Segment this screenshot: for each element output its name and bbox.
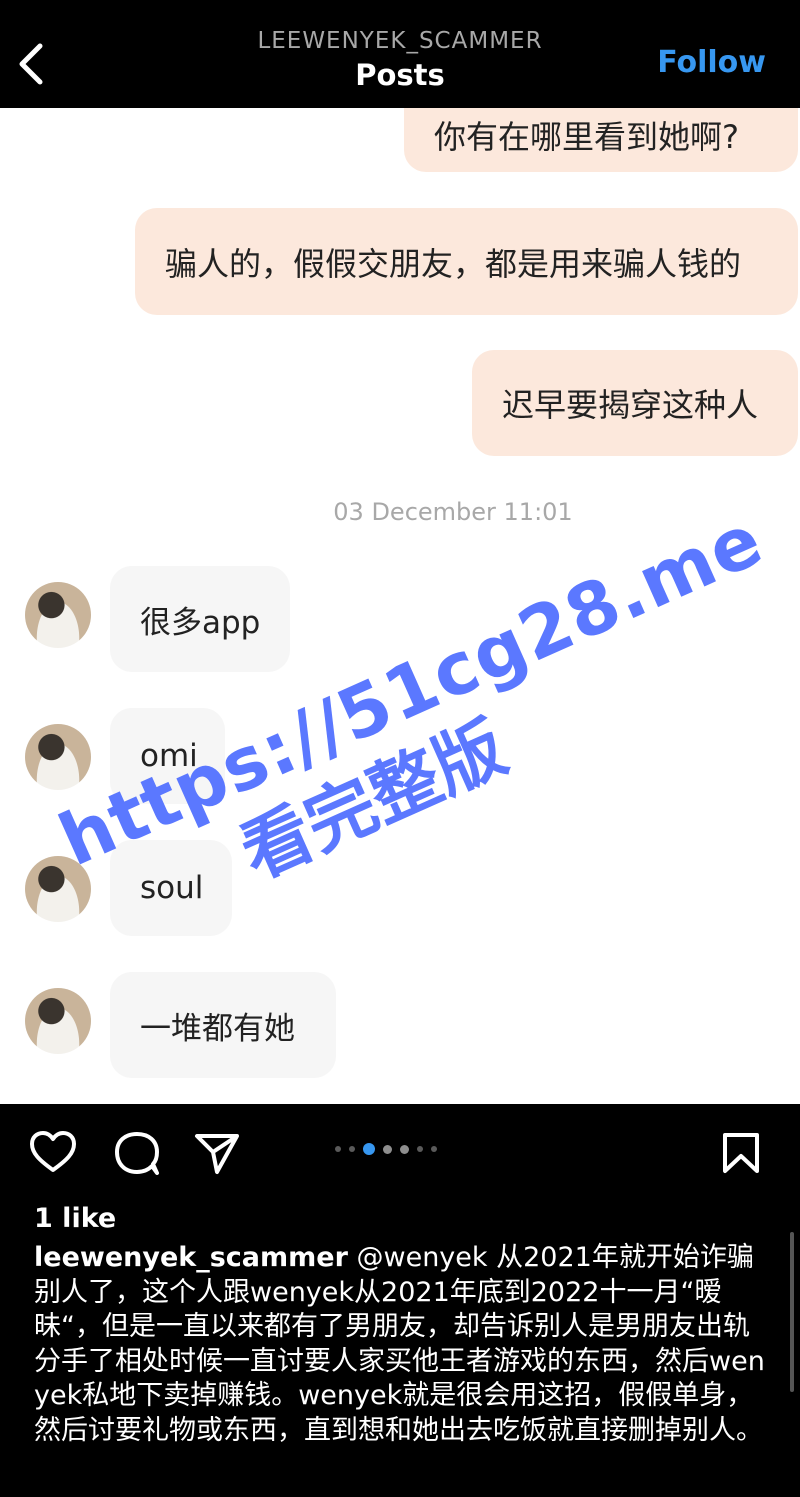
incoming-message: 很多app bbox=[110, 566, 290, 672]
incoming-message: 一堆都有她 bbox=[110, 972, 336, 1078]
follow-button[interactable]: Follow bbox=[657, 45, 766, 80]
outgoing-message: 你有在哪里看到她啊? bbox=[404, 108, 798, 172]
carousel-dot bbox=[431, 1146, 437, 1152]
incoming-message: soul bbox=[110, 840, 232, 936]
bookmark-icon[interactable] bbox=[720, 1131, 762, 1175]
heart-icon[interactable] bbox=[29, 1130, 77, 1174]
avatar bbox=[25, 856, 91, 922]
like-count[interactable]: 1 like bbox=[34, 1203, 116, 1234]
post-image[interactable]: 你有在哪里看到她啊? 骗人的，假假交朋友，都是用来骗人钱的 迟早要揭穿这种人 0… bbox=[0, 108, 800, 1104]
top-bar: LEEWENYEK_SCAMMER Posts Follow bbox=[0, 0, 800, 108]
carousel-dot-active bbox=[363, 1143, 375, 1155]
comment-icon[interactable] bbox=[113, 1130, 161, 1176]
caption-author[interactable]: leewenyek_scammer bbox=[34, 1242, 348, 1273]
carousel-indicator bbox=[335, 1143, 437, 1155]
carousel-dot bbox=[400, 1144, 409, 1154]
incoming-message: omi bbox=[110, 708, 225, 804]
post-caption: leewenyek_scammer @wenyek 从2021年就开始诈骗别人了… bbox=[34, 1241, 774, 1448]
avatar bbox=[25, 582, 91, 648]
carousel-dot bbox=[349, 1146, 355, 1152]
message-timestamp: 03 December 11:01 bbox=[333, 498, 573, 526]
outgoing-message: 骗人的，假假交朋友，都是用来骗人钱的 bbox=[135, 208, 798, 315]
carousel-dot bbox=[417, 1146, 423, 1152]
avatar bbox=[25, 988, 91, 1054]
carousel-dot bbox=[335, 1146, 341, 1152]
scrollbar[interactable] bbox=[790, 1232, 794, 1392]
carousel-dot bbox=[383, 1144, 392, 1154]
outgoing-message: 迟早要揭穿这种人 bbox=[472, 350, 798, 456]
avatar bbox=[25, 724, 91, 790]
send-icon[interactable] bbox=[193, 1131, 241, 1175]
